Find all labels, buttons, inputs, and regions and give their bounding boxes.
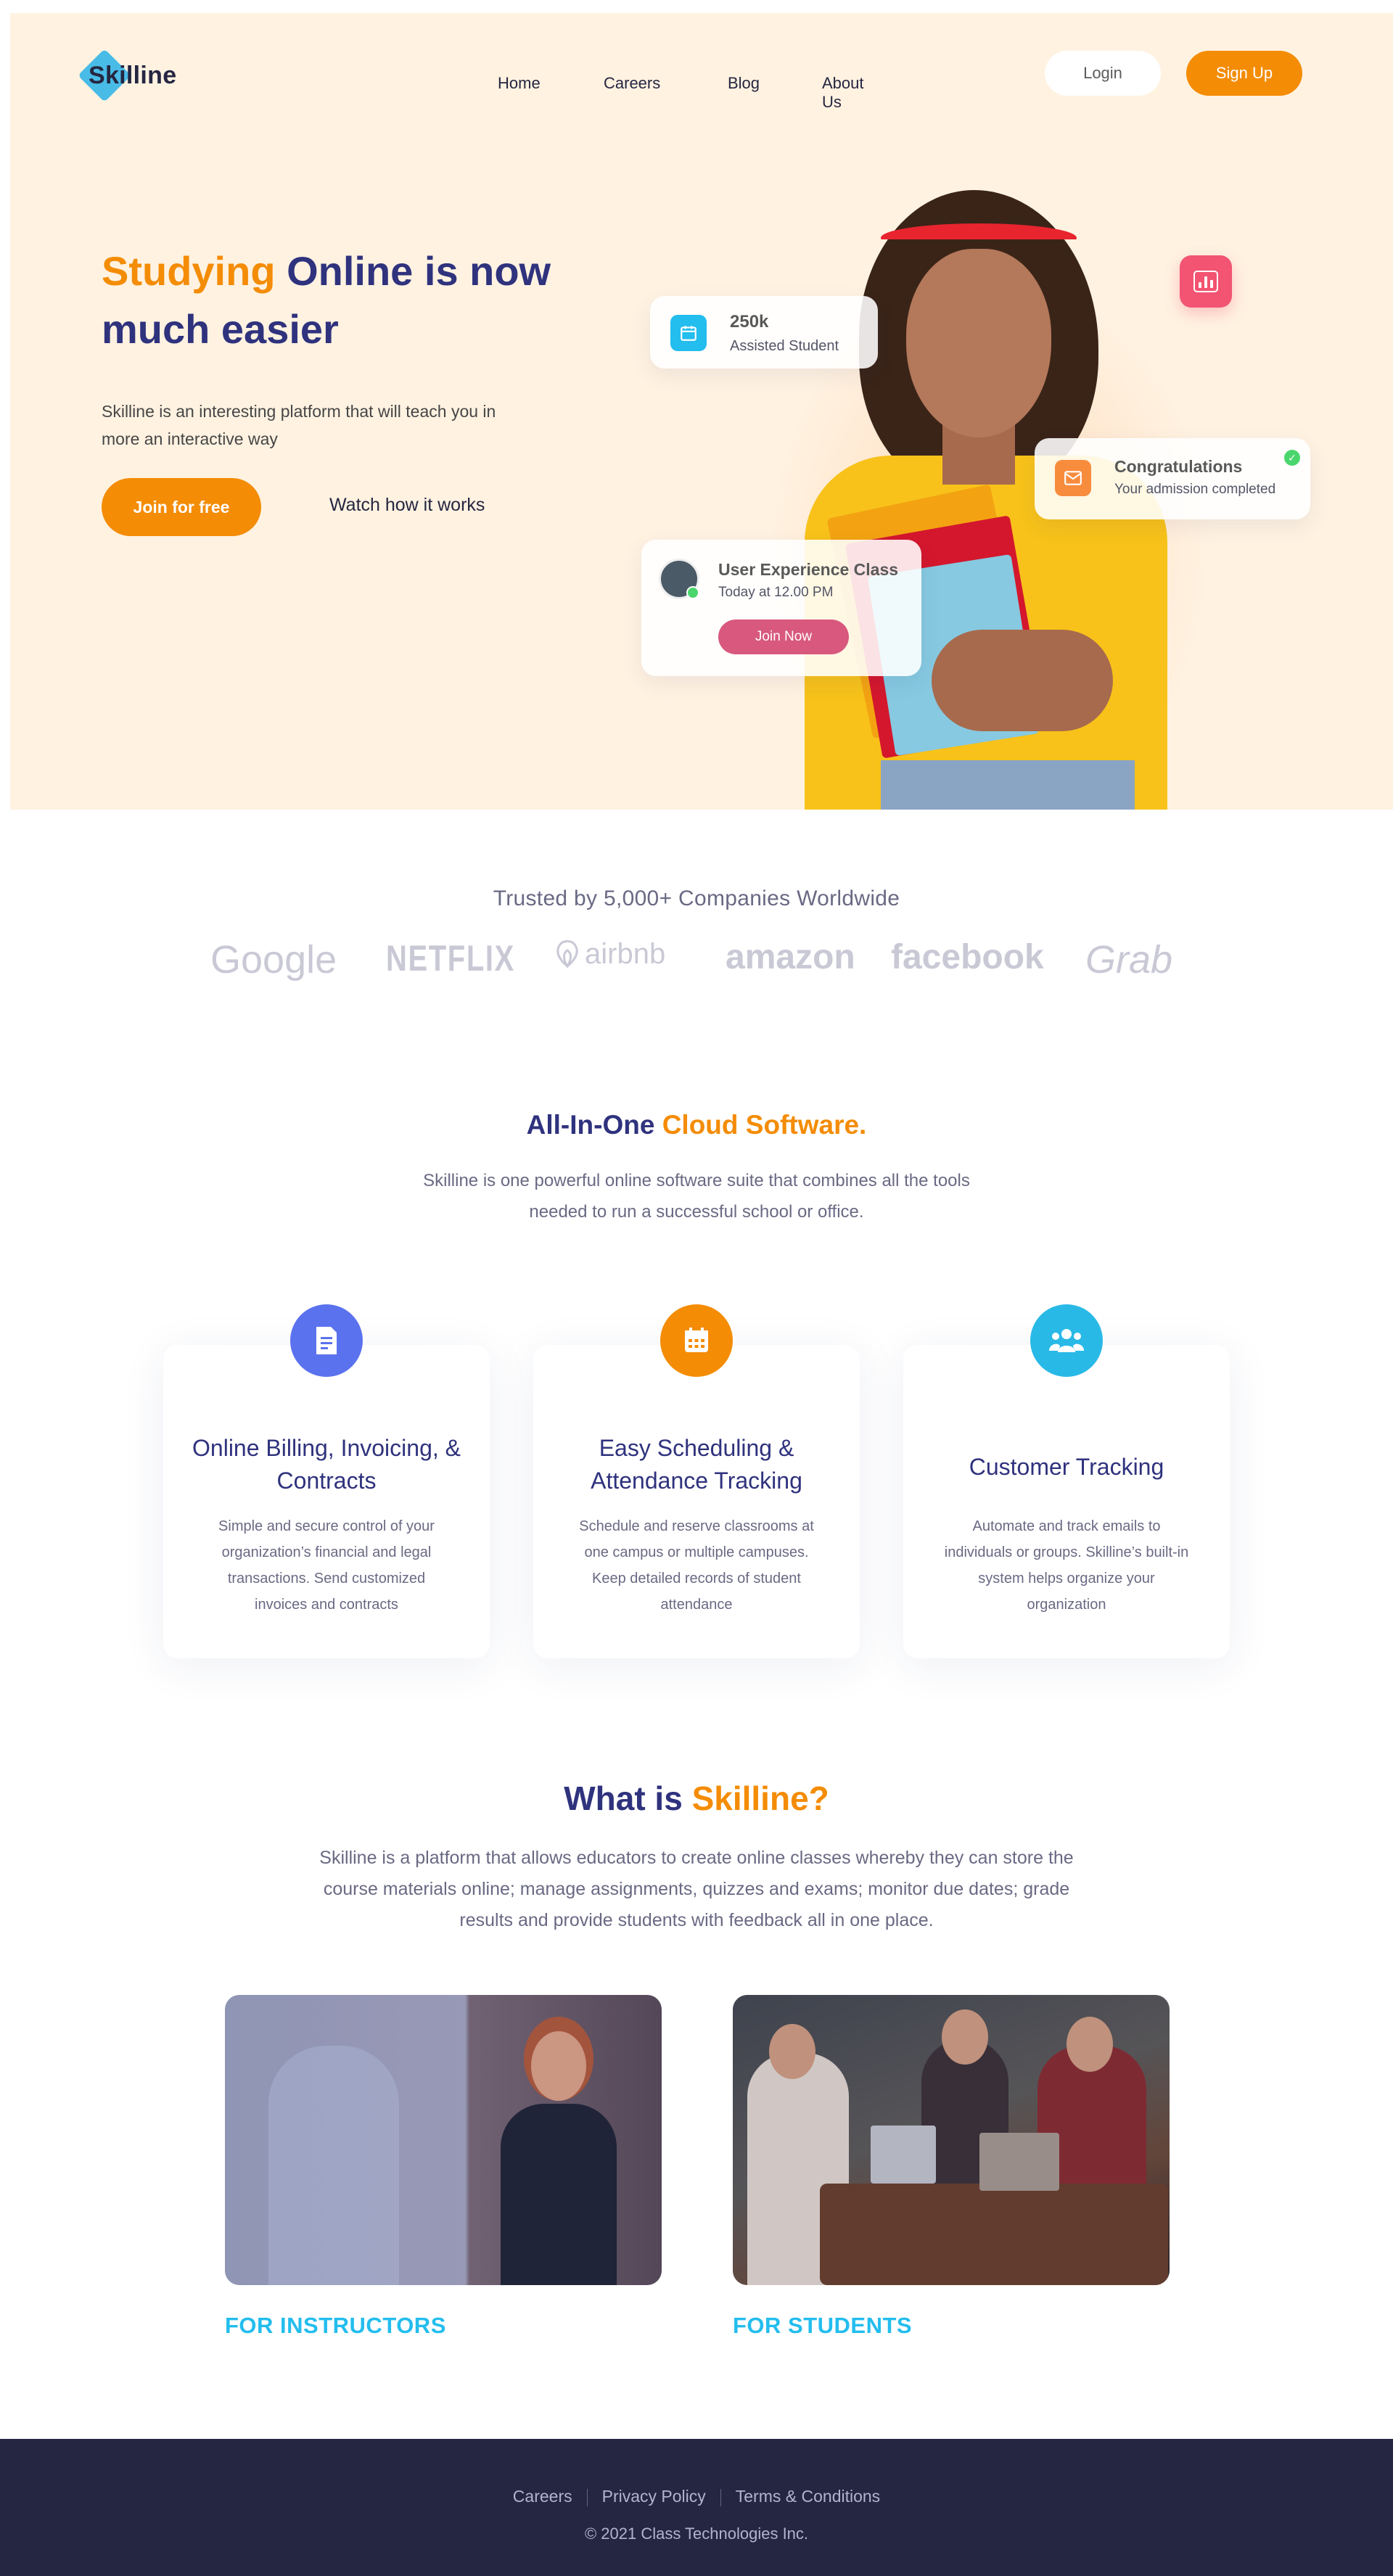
footer-link-privacy-policy[interactable]: Privacy Policy [602,2487,706,2506]
grab-logo: Grab [1085,938,1173,982]
students-stat-card: 250k Assisted Student [650,296,878,369]
feature-title: Online Billing, Invoicing, & Contracts [192,1435,461,1494]
online-status-icon [686,586,699,599]
hero-title-accent: Studying [102,248,276,294]
class-time: Today at 12.00 PM [718,585,834,600]
airbnb-logo: airbnb [553,937,665,971]
what-is-title: What is Skilline? [0,1779,1393,1818]
what-is-title-accent: Skilline? [691,1779,829,1817]
brand-logo[interactable]: Skilline [74,46,176,104]
students-label: Assisted Student [730,338,839,354]
feature-card-customer-tracking: Customer Tracking Automate and track ema… [903,1304,1230,1658]
for-instructors-label[interactable]: FOR INSTRUCTORS [225,2313,446,2339]
students-image[interactable] [733,1995,1170,2285]
cloud-section-description: Skilline is one powerful online software… [423,1171,970,1222]
signup-button[interactable]: Sign Up [1186,51,1302,96]
footer-link-terms[interactable]: Terms & Conditions [736,2487,880,2506]
feature-description: Automate and track emails to individuals… [944,1518,1189,1613]
what-is-description: Skilline is a platform that allows educa… [319,1848,1074,1930]
brand-name: Skilline [89,61,177,89]
congratulations-title: Congratulations [1114,457,1243,476]
footer-divider [720,2488,721,2506]
document-icon [290,1304,363,1377]
cloud-title-main: All-In-One [526,1110,662,1140]
amazon-logo: amazon [726,938,855,976]
feature-title: Easy Scheduling & Attendance Tracking [591,1435,802,1494]
netflix-logo: NETFLIX [386,938,515,979]
trusted-title: Trusted by 5,000+ Companies Worldwide [493,886,900,910]
instructors-image[interactable] [225,1995,662,2285]
footer-divider [586,2488,588,2506]
join-for-free-button[interactable]: Join for free [102,478,261,536]
nav-careers[interactable]: Careers [604,74,660,93]
footer: Careers Privacy Policy Terms & Conditions … [0,2439,1393,2576]
class-card: User Experience Class Today at 12.00 PM … [641,540,921,676]
calendar-icon [670,315,707,351]
for-students-label[interactable]: FOR STUDENTS [733,2313,912,2339]
users-icon [1030,1304,1103,1377]
nav-about-us[interactable]: About Us [822,74,864,112]
google-logo: Google [210,938,337,982]
congratulations-card: Congratulations Your admission completed… [1035,438,1310,519]
nav-home[interactable]: Home [498,74,541,93]
nav-blog[interactable]: Blog [728,74,760,93]
watch-how-it-works-link[interactable]: Watch how it works [329,495,485,516]
feature-card-scheduling: Easy Scheduling & Attendance Tracking Sc… [533,1304,860,1658]
feature-description: Simple and secure control of your organi… [218,1518,435,1613]
feature-card-billing: Online Billing, Invoicing, & Contracts S… [163,1304,490,1658]
cloud-section-title: All-In-One Cloud Software. [0,1110,1393,1140]
footer-links: Careers Privacy Policy Terms & Conditions [0,2487,1393,2506]
congratulations-subtitle: Your admission completed [1114,482,1276,497]
class-title: User Experience Class [718,560,899,579]
hero-section: Skilline Home Careers Blog About Us Logi… [10,13,1393,810]
students-count: 250k [730,312,769,332]
facebook-logo: facebook [891,938,1044,976]
calendar-icon [660,1304,733,1377]
hero-subtitle: Skilline is an interesting platform that… [102,402,496,448]
instructor-avatar [659,559,699,599]
cloud-title-accent: Cloud Software. [662,1110,867,1140]
airbnb-logo-text: airbnb [585,938,666,970]
footer-link-careers[interactable]: Careers [513,2487,572,2506]
feature-title: Customer Tracking [969,1454,1164,1480]
login-button[interactable]: Login [1045,51,1161,96]
feature-description: Schedule and reserve classrooms at one c… [579,1518,814,1613]
check-icon: ✓ [1284,450,1300,466]
mail-icon [1055,460,1091,496]
company-logos: Google NETFLIX airbnb amazon facebook Gr… [0,937,1393,995]
join-now-button[interactable]: Join Now [718,620,849,654]
chart-icon [1180,255,1232,308]
what-is-title-main: What is [564,1779,692,1817]
copyright: © 2021 Class Technologies Inc. [584,2524,809,2543]
hero-title: Studying Online is now much easier [102,242,624,358]
